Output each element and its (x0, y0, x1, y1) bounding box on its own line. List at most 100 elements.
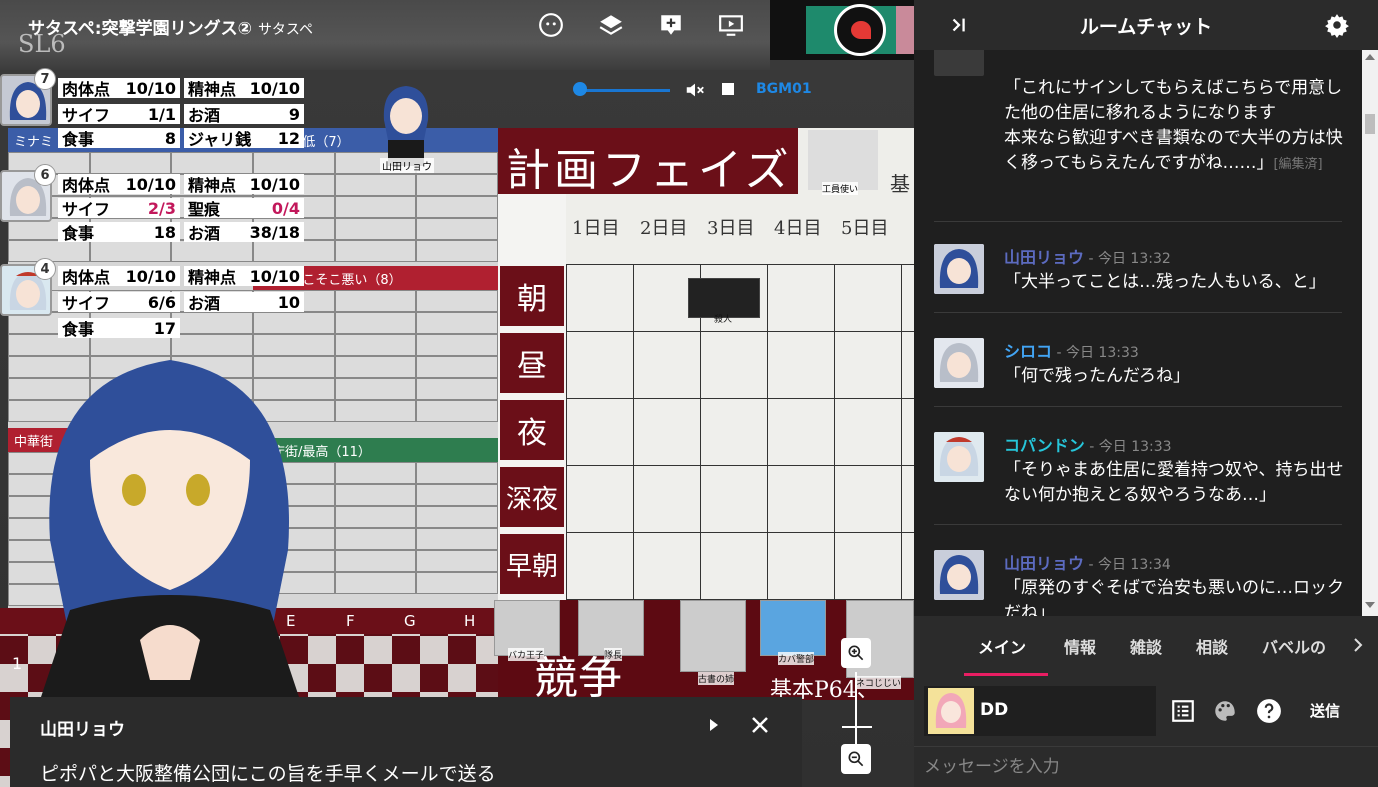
screen-play-icon[interactable] (714, 8, 748, 42)
stat-hp: 肉体点 10/10 (58, 266, 180, 287)
list-icon[interactable] (1170, 698, 1196, 724)
map-cell (89, 240, 172, 262)
chat-scrollbar[interactable] (1362, 50, 1378, 616)
npc-portrait[interactable] (760, 600, 826, 656)
message-input[interactable] (914, 746, 1378, 787)
avatar (928, 688, 974, 734)
tab-consult[interactable]: 相談 (1196, 634, 1228, 658)
day-5: 5日目 (841, 218, 889, 239)
chat-timestamp: 今日 13:33 (1065, 345, 1139, 361)
map-cell (253, 240, 335, 262)
bgm-volume-track[interactable] (576, 89, 670, 92)
chat-timestamp: 今日 13:34 (1097, 557, 1171, 573)
avatar (934, 244, 984, 294)
cutin-speaker-name: 山田リョウ (40, 720, 125, 740)
zoom-in-icon[interactable] (841, 638, 871, 668)
map-cell (253, 312, 335, 334)
map-cell (416, 506, 498, 528)
map-cell (334, 312, 417, 334)
map-cell (171, 152, 253, 174)
map-cell (416, 218, 498, 240)
map-cell (416, 572, 498, 594)
map-cell (416, 240, 498, 262)
help-icon[interactable] (1256, 698, 1282, 724)
slot-noon: 昼 (500, 333, 564, 393)
bird-logo-icon (834, 4, 886, 56)
stat-stigma: 聖痕 0/4 (184, 198, 304, 219)
map-cell (416, 484, 498, 506)
map-cell (416, 528, 498, 550)
day-3: 3日目 (707, 218, 755, 239)
character-selector[interactable]: DD (924, 686, 1156, 736)
stat-alcohol: お酒 10 (184, 292, 304, 313)
col-label-h: H (464, 612, 476, 630)
map-cell (334, 528, 417, 550)
map-cell (416, 550, 498, 572)
scroll-thumb[interactable] (1365, 114, 1375, 134)
avatar (934, 432, 984, 482)
stat-food: 食事 17 (58, 318, 180, 339)
chat-author: コパンドン (1004, 436, 1085, 455)
tab-babel[interactable]: バベルの (1262, 634, 1326, 658)
play-next-icon[interactable] (706, 715, 722, 735)
volume-mute-icon[interactable] (684, 79, 706, 101)
divider (934, 221, 1342, 222)
avatar (934, 50, 984, 76)
chat-message-body: 「そりゃまあ住居に愛着持つ奴や、持ち出せない何か抱えとる奴やろうなあ…」 (1004, 460, 1344, 505)
chat-message-body: 「大半ってことは…残った人もいる、と」 (1004, 272, 1326, 292)
chat-message-body: 「何で残ったんだろね」 (1004, 366, 1190, 386)
initiative-badge: 6 (34, 164, 56, 186)
map-cell (334, 174, 417, 196)
character-piece[interactable] (374, 80, 438, 166)
stat-alcohol: お酒 38/18 (184, 222, 304, 243)
slot-evening: 夜 (500, 400, 564, 460)
layers-icon[interactable] (594, 8, 628, 42)
stat-food: 食事 18 (58, 222, 180, 243)
chevron-right-icon[interactable] (1352, 636, 1364, 654)
room-subtitle: サタスペ (257, 22, 313, 38)
room-title: サタスペ:突撃学園リングス② サタスペ (28, 14, 313, 39)
add-note-icon[interactable] (654, 8, 688, 42)
gear-icon[interactable] (1324, 12, 1350, 38)
chat-log[interactable]: 「これにサインしてもらえばこちらで用意した他の住居に移れるようになります 本来な… (914, 50, 1362, 616)
divider (934, 524, 1342, 525)
close-icon[interactable] (748, 713, 772, 737)
map-cell (334, 196, 417, 218)
character-name: DD (980, 700, 1009, 720)
map-cell (416, 400, 498, 422)
game-board[interactable]: サタスペ:突撃学園リングス② サタスペ SL6 BGM01 ミナミ 治安/最低（… (0, 0, 914, 787)
stat-change: ジャリ銭 12 (184, 128, 304, 149)
npc-label: ネコじじい (856, 676, 901, 689)
slot-morning: 朝 (500, 266, 564, 326)
tab-chat[interactable]: 雑談 (1130, 634, 1162, 658)
bgm-stop-button[interactable] (722, 83, 734, 95)
divider (934, 312, 1342, 313)
chat-message-meta: 山田リョウ - 今日 13:32 (1004, 248, 1171, 267)
map-cell (416, 334, 498, 356)
map-cell (334, 572, 417, 594)
phase-title-banner: 計画フェイズ (498, 128, 798, 196)
face-icon[interactable] (534, 8, 568, 42)
npc-label: 古書の姉 (698, 672, 735, 685)
scroll-down-icon[interactable] (1365, 602, 1375, 608)
tab-info[interactable]: 情報 (1064, 634, 1096, 658)
room-chat-panel: ルームチャット 「これにサインしてもらえばこちらで用意した他の住居に移れるように… (914, 0, 1378, 787)
chat-message-body: 「これにサインしてもらえばこちらで用意した他の住居に移れるようになります 本来な… (1004, 78, 1343, 173)
tab-main[interactable]: メイン (978, 634, 1026, 658)
chat-author: シロコ (1004, 342, 1053, 361)
chat-message-meta: コパンドン - 今日 13:33 (1004, 436, 1172, 455)
soldier-piece[interactable] (808, 130, 878, 190)
map-cell (334, 378, 417, 400)
day-4: 4日目 (774, 218, 822, 239)
npc-portrait[interactable] (680, 600, 746, 672)
zoom-out-icon[interactable] (841, 744, 871, 774)
palette-icon[interactable] (1212, 698, 1238, 724)
npc-label: 隊長 (604, 648, 623, 661)
chat-author: 山田リョウ (1004, 554, 1085, 573)
chat-timestamp: 今日 13:33 (1098, 439, 1172, 455)
scroll-up-icon[interactable] (1365, 54, 1375, 60)
board-decoration-pink (896, 6, 914, 54)
bgm-volume-slider[interactable] (573, 82, 587, 96)
send-button[interactable]: 送信 (1310, 700, 1340, 721)
edited-marker: [編集済] (1273, 157, 1323, 172)
